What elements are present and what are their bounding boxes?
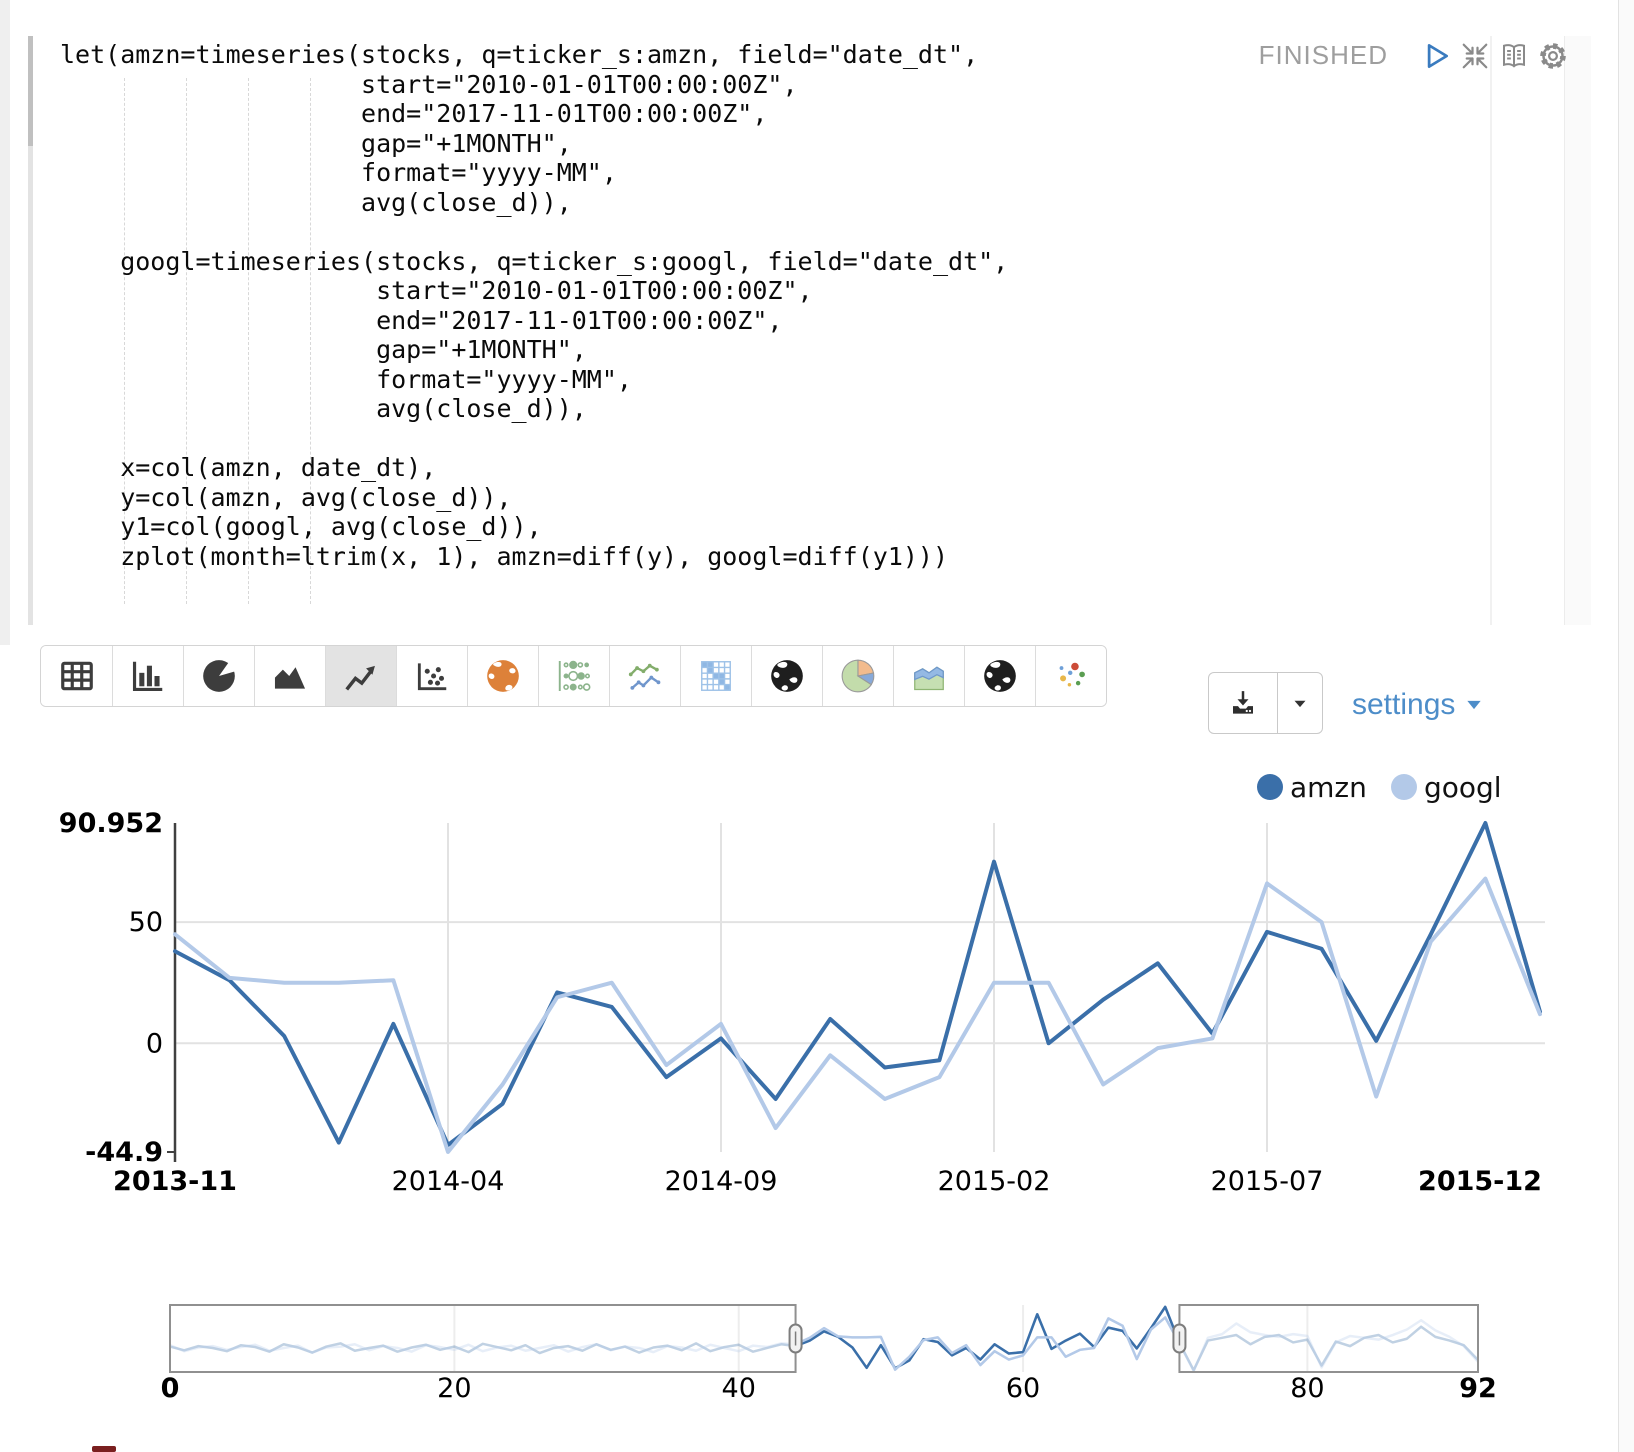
area-color-icon bbox=[910, 657, 948, 695]
nav-tick-label: 0 bbox=[161, 1373, 180, 1404]
x-tick-label: 2014-09 bbox=[665, 1166, 778, 1197]
chart-type-area-chart[interactable] bbox=[254, 646, 325, 706]
heatmap-icon bbox=[697, 657, 735, 695]
chart-type-scatter-advanced[interactable] bbox=[1035, 646, 1106, 706]
editor-scrollbar-thumb[interactable] bbox=[28, 36, 33, 146]
chart-type-line-chart[interactable] bbox=[325, 646, 396, 706]
nav-series-googl bbox=[796, 1317, 1180, 1369]
page-scrollbar[interactable] bbox=[1618, 0, 1634, 1452]
series-line-amzn[interactable] bbox=[175, 823, 1540, 1145]
nav-tick-label: 40 bbox=[722, 1373, 756, 1404]
settings-dropdown[interactable]: settings bbox=[1352, 688, 1484, 722]
caret-down-icon bbox=[1289, 692, 1311, 714]
brush-handle-left[interactable] bbox=[790, 1325, 802, 1353]
y-tick-label: 50 bbox=[129, 907, 163, 938]
settings-label: settings bbox=[1352, 688, 1455, 722]
pie-color-icon bbox=[839, 657, 877, 695]
chart-type-area-advanced[interactable] bbox=[893, 646, 964, 706]
caret-down-icon bbox=[1464, 695, 1484, 715]
code-editor[interactable]: let(amzn=timeseries(stocks, q=ticker_s:a… bbox=[60, 40, 1008, 571]
bar-icon bbox=[129, 657, 167, 695]
x-tick-label: 2015-02 bbox=[938, 1166, 1051, 1197]
status-badge: FINISHED bbox=[1259, 40, 1388, 71]
pie-icon bbox=[200, 657, 238, 695]
bubble-grid-icon bbox=[555, 657, 593, 695]
legend-label-googl[interactable]: googl bbox=[1424, 771, 1502, 804]
series-line-googl[interactable] bbox=[175, 879, 1540, 1152]
table-icon bbox=[58, 657, 96, 695]
brush-handle-right[interactable] bbox=[1173, 1325, 1185, 1353]
scatter-color-icon bbox=[1052, 657, 1090, 695]
brush-left-mask[interactable] bbox=[170, 1305, 796, 1372]
chart-type-table[interactable] bbox=[41, 646, 112, 706]
gear-icon[interactable] bbox=[1538, 41, 1568, 71]
book-icon[interactable] bbox=[1499, 41, 1529, 71]
chart-type-multi-line[interactable] bbox=[609, 646, 680, 706]
globe-orange-icon bbox=[484, 657, 522, 695]
editor-left-scrollbar[interactable] bbox=[28, 36, 33, 625]
editor-right-gutter[interactable] bbox=[1564, 36, 1591, 625]
scatter-icon bbox=[413, 657, 451, 695]
chart-type-globe-black-2[interactable] bbox=[964, 646, 1035, 706]
navigator-chart[interactable]: 0 20 40 60 80 92 bbox=[0, 1285, 1634, 1420]
legend-swatch-amzn[interactable] bbox=[1257, 774, 1283, 800]
nav-tick-label: 92 bbox=[1459, 1373, 1497, 1404]
chart-type-globe-black-1[interactable] bbox=[751, 646, 822, 706]
chart-type-toolbar bbox=[40, 645, 1107, 707]
x-tick-label: 2014-04 bbox=[392, 1166, 505, 1197]
area-icon bbox=[271, 657, 309, 695]
nav-tick-label: 60 bbox=[1006, 1373, 1040, 1404]
globe-black-icon bbox=[768, 657, 806, 695]
chart-type-heatmap[interactable] bbox=[680, 646, 751, 706]
x-tick-label: 2015-07 bbox=[1211, 1166, 1324, 1197]
paragraph-controls: FINISHED bbox=[1259, 40, 1568, 71]
print-margin-line bbox=[1490, 36, 1492, 625]
y-tick-label: -44.9 bbox=[85, 1137, 163, 1168]
nav-tick-label: 80 bbox=[1290, 1373, 1324, 1404]
x-tick-label: 2015-12 bbox=[1418, 1166, 1542, 1197]
chart-type-bubble-grid[interactable] bbox=[538, 646, 609, 706]
legend-swatch-googl[interactable] bbox=[1391, 774, 1417, 800]
chart-type-bar-chart[interactable] bbox=[112, 646, 183, 706]
download-icon bbox=[1228, 688, 1258, 718]
nav-tick-label: 20 bbox=[437, 1373, 471, 1404]
chart-type-pie-chart[interactable] bbox=[183, 646, 254, 706]
multi-line-icon bbox=[626, 657, 664, 695]
run-icon[interactable] bbox=[1421, 41, 1451, 71]
line-icon bbox=[342, 657, 380, 695]
chart-type-map-globe-orange[interactable] bbox=[467, 646, 538, 706]
globe-black-icon bbox=[981, 657, 1019, 695]
main-line-chart[interactable]: 90.952 50 0 -44.92013-11 2014-04 2014-09 2015-… bbox=[0, 718, 1634, 1218]
page-left-margin bbox=[0, 0, 10, 645]
chart-type-pie-advanced[interactable] bbox=[822, 646, 893, 706]
chart-type-scatter-chart[interactable] bbox=[396, 646, 467, 706]
nav-series-faded-googl bbox=[170, 1317, 1478, 1371]
x-tick-label: 2013-11 bbox=[113, 1166, 237, 1197]
zeppelin-paragraph: let(amzn=timeseries(stocks, q=ticker_s:a… bbox=[0, 0, 1634, 1452]
legend-label-amzn[interactable]: amzn bbox=[1290, 771, 1367, 804]
y-tick-label: 0 bbox=[146, 1028, 163, 1059]
y-tick-label: 90.952 bbox=[59, 808, 163, 839]
cutoff-red-element bbox=[92, 1446, 116, 1452]
collapse-icon[interactable] bbox=[1460, 41, 1490, 71]
nav-series-faded-amzn bbox=[170, 1307, 1478, 1370]
